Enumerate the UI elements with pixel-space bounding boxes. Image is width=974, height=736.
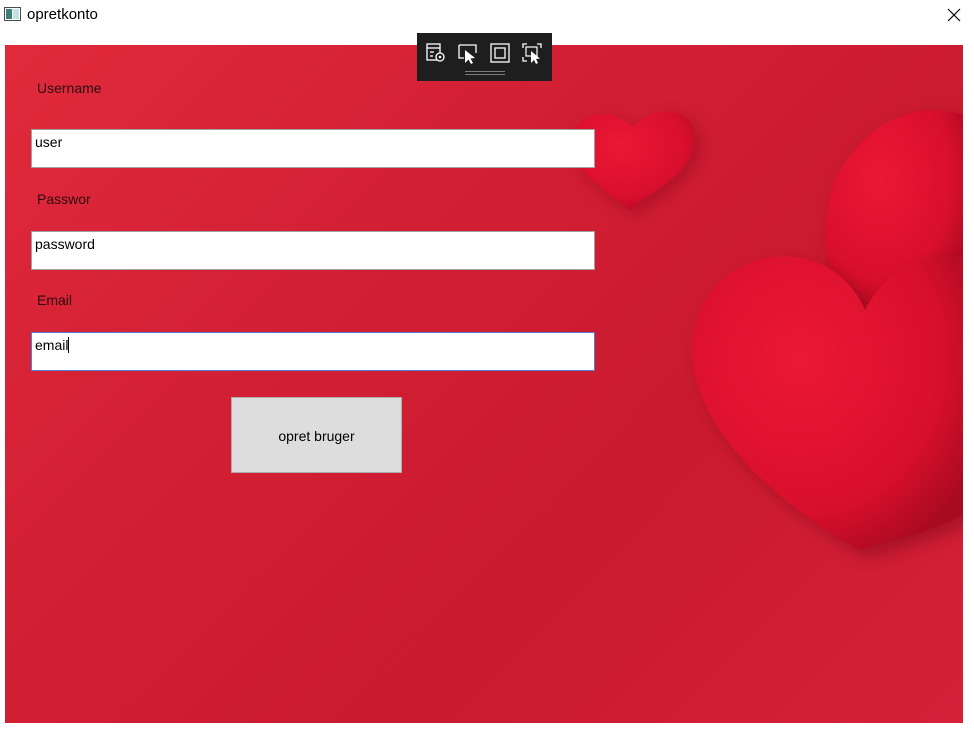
debug-toolbar: [417, 33, 552, 81]
close-icon: [947, 8, 961, 22]
username-value: user: [35, 134, 63, 150]
email-input[interactable]: email: [31, 332, 595, 371]
email-label: Email: [37, 292, 73, 308]
password-value: password: [35, 236, 95, 252]
form-area: Username user Passwor password Email ema…: [5, 45, 963, 723]
app-window: opretkonto Username user Passwor passwor…: [0, 0, 974, 736]
display-layout-adorners-icon: [490, 43, 510, 63]
password-input[interactable]: password: [31, 231, 595, 270]
email-value: email: [35, 337, 69, 353]
live-visual-tree-button[interactable]: [424, 41, 448, 65]
text-caret: [68, 337, 70, 353]
display-layout-adorners-button[interactable]: [488, 41, 512, 65]
toolbar-grip[interactable]: [465, 71, 505, 75]
username-label: Username: [37, 80, 102, 96]
window-title: opretkonto: [27, 6, 98, 23]
track-focused-element-button[interactable]: [520, 41, 544, 65]
title-bar: opretkonto: [0, 0, 974, 32]
close-button[interactable]: [934, 0, 974, 30]
create-user-button[interactable]: opret bruger: [231, 397, 402, 473]
password-label: Passwor: [37, 191, 91, 207]
live-visual-tree-icon: [426, 43, 445, 62]
username-input[interactable]: user: [31, 129, 595, 168]
select-element-button[interactable]: [456, 41, 480, 65]
track-focused-element-icon: [522, 43, 542, 64]
select-element-icon: [458, 44, 477, 64]
window-app-icon: [4, 7, 21, 21]
large-heart: [691, 255, 963, 551]
